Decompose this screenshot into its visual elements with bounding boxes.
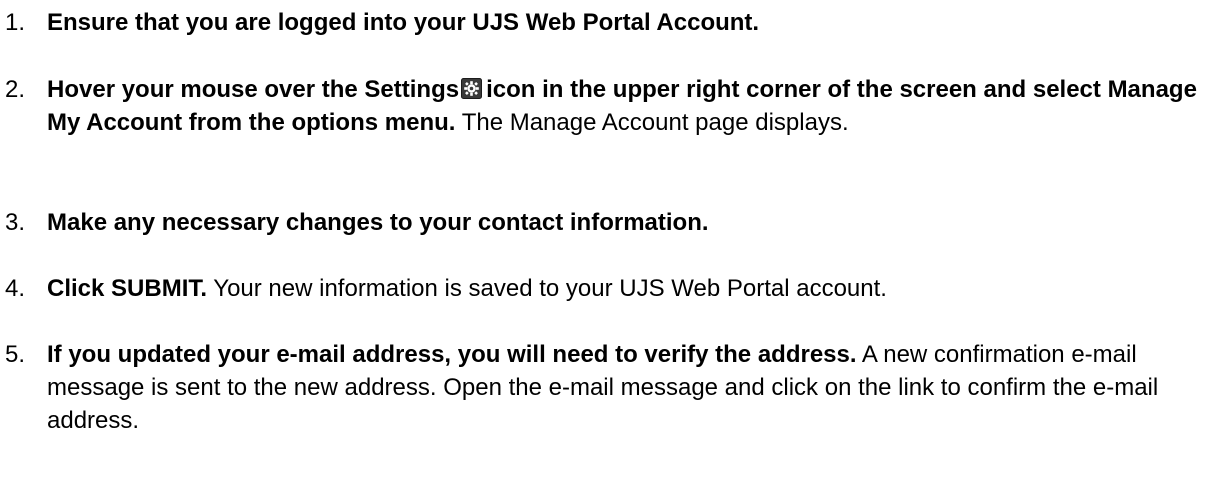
step-normal-text: Your new information is saved to your UJ… xyxy=(213,275,887,302)
settings-gear-icon xyxy=(461,78,483,99)
step-number: 1. xyxy=(5,9,26,36)
step-bold-text: Hover your mouse over the Settings xyxy=(47,76,460,103)
step-normal-text: The Manage Account page displays. xyxy=(461,109,849,136)
step-text: Ensure that you are logged into your UJS… xyxy=(47,6,1200,39)
step-4: 4. Click SUBMIT. Your new information is… xyxy=(5,272,1200,305)
step-number: 4. xyxy=(5,275,26,302)
step-1: 1. Ensure that you are logged into your … xyxy=(5,6,1200,39)
step-bold-text: Ensure that you are logged into your UJS… xyxy=(47,9,760,36)
step-text: If you updated your e-mail address, you … xyxy=(47,338,1200,437)
step-bold-text: Click SUBMIT. xyxy=(47,275,208,302)
step-number: 2. xyxy=(5,76,26,103)
step-bold-text: Make any necessary changes to your conta… xyxy=(47,209,709,236)
step-3: 3. Make any necessary changes to your co… xyxy=(5,206,1200,239)
step-2: 2. Hover your mouse over the Settings ic… xyxy=(5,73,1200,139)
step-number: 5. xyxy=(5,341,26,368)
step-text: Hover your mouse over the Settings icon … xyxy=(47,73,1200,139)
step-5: 5. If you updated your e-mail address, y… xyxy=(5,338,1200,437)
step-text: Make any necessary changes to your conta… xyxy=(47,206,1200,239)
step-text: Click SUBMIT. Your new information is sa… xyxy=(47,272,1200,305)
step-bold-text: If you updated your e-mail address, you … xyxy=(47,341,857,368)
step-number: 3. xyxy=(5,209,26,236)
